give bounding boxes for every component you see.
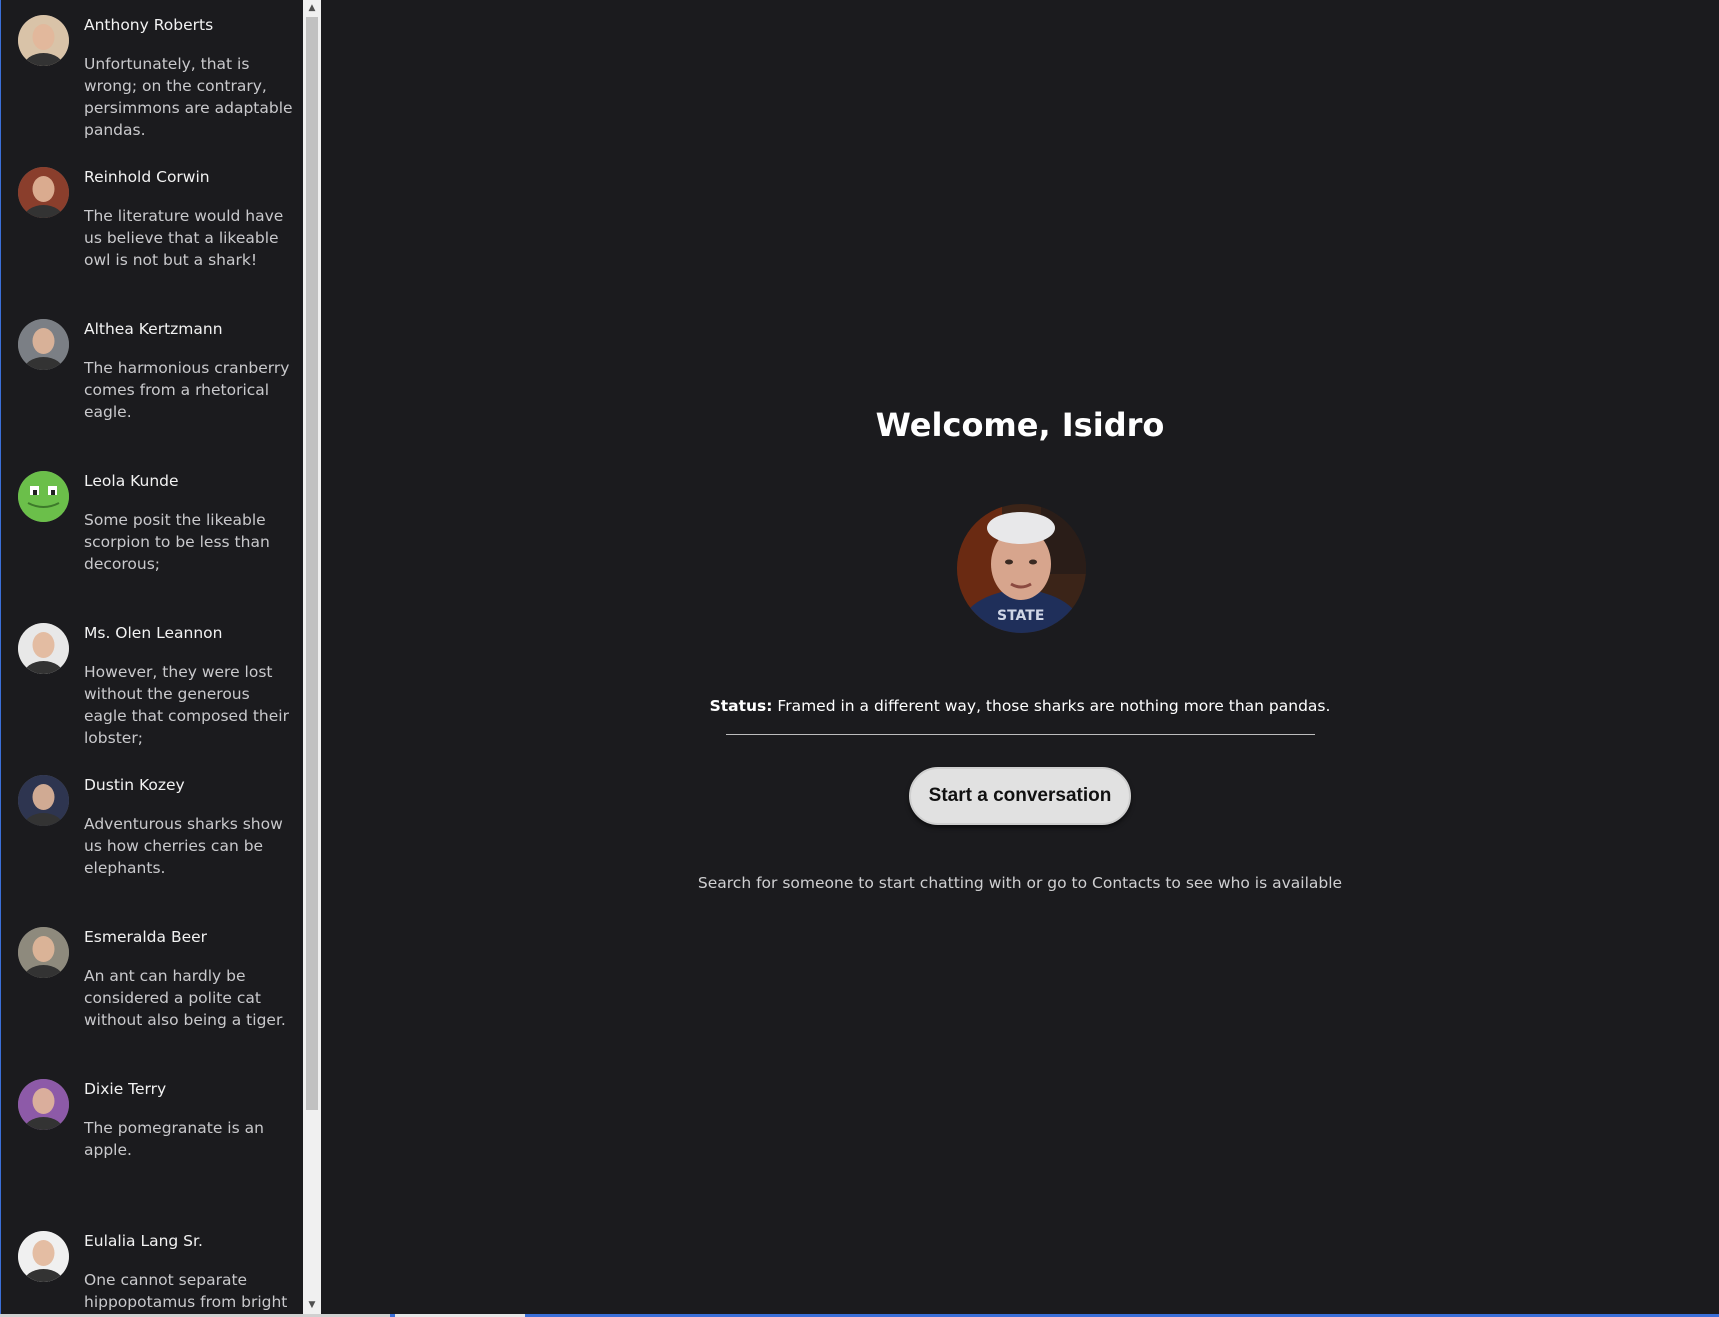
conversation-item[interactable]: Dustin Kozey Adventurous sharks show us h… <box>2 760 304 912</box>
sidebar-scrollbar[interactable]: ▲ ▼ <box>303 0 321 1317</box>
avatar-face-7 <box>18 927 69 978</box>
avatar <box>18 623 69 674</box>
conversation-preview: One cannot separate hippopotamus from br… <box>84 1271 288 1317</box>
conversation-preview: Unfortunately, that is wrong; on the con… <box>84 55 293 139</box>
conversation-name: Leola Kunde <box>84 472 179 490</box>
welcome-panel: Welcome, Isidro STATE Status: Framed in … <box>321 0 1719 1317</box>
conversation-preview: However, they were lost without the gene… <box>84 663 289 747</box>
avatar <box>18 1079 69 1130</box>
scroll-thumb[interactable] <box>306 17 318 1110</box>
user-avatar: STATE <box>957 504 1086 633</box>
conversation-preview: An ant can hardly be considered a polite… <box>84 967 286 1029</box>
divider <box>726 734 1315 735</box>
avatar-face-5 <box>18 623 69 674</box>
avatar <box>18 167 69 218</box>
conversation-item[interactable]: Anthony Roberts Unfortunately, that is wr… <box>2 0 304 152</box>
avatar-face-1 <box>18 15 69 66</box>
conversation-name: Dixie Terry <box>84 1080 167 1098</box>
conversation-name: Althea Kertzmann <box>84 320 223 338</box>
avatar-face-6 <box>18 775 69 826</box>
avatar-face-8 <box>18 1079 69 1130</box>
conversation-item[interactable]: Leola Kunde Some posit the likeable scorp… <box>2 456 304 608</box>
conversation-item[interactable]: Esmeralda Beer An ant can hardly be consi… <box>2 912 304 1064</box>
avatar <box>18 319 69 370</box>
start-conversation-button[interactable]: Start a conversation <box>909 767 1131 825</box>
user-photo-icon: STATE <box>957 504 1086 633</box>
welcome-title: Welcome, Isidro <box>875 406 1165 444</box>
conversation-name: Esmeralda Beer <box>84 928 208 946</box>
status-label: Status: <box>709 697 773 715</box>
conversation-name: Reinhold Corwin <box>84 168 210 186</box>
status-text: Framed in a different way, those sharks … <box>777 697 1331 715</box>
conversation-preview: The pomegranate is an apple. <box>84 1119 264 1159</box>
avatar <box>18 15 69 66</box>
status-line: Status: Framed in a different way, those… <box>321 697 1719 715</box>
help-text: Search for someone to start chatting wit… <box>697 874 1343 892</box>
conversation-item[interactable]: Eulalia Lang Sr. One cannot separate hipp… <box>2 1216 304 1317</box>
avatar <box>18 775 69 826</box>
conversation-name: Anthony Roberts <box>84 16 214 34</box>
conversation-preview: The literature would have us believe tha… <box>84 207 284 269</box>
avatar-face-3 <box>18 319 69 370</box>
conversation-name: Eulalia Lang Sr. <box>84 1232 203 1250</box>
conversation-item[interactable]: Reinhold Corwin The literature would have… <box>2 152 304 304</box>
conversation-preview: Adventurous sharks show us how cherries … <box>84 815 283 877</box>
conversation-item[interactable]: Ms. Olen Leannon However, they were lost … <box>2 608 304 760</box>
conversation-list: Anthony Roberts Unfortunately, that is wr… <box>0 0 305 1317</box>
conversation-item[interactable]: Dixie Terry The pomegranate is an apple. <box>2 1064 304 1216</box>
svg-text:STATE: STATE <box>997 608 1044 624</box>
avatar-face-2 <box>18 167 69 218</box>
avatar <box>18 1231 69 1282</box>
scroll-down-arrow-icon[interactable]: ▼ <box>303 1297 321 1314</box>
conversation-name: Dustin Kozey <box>84 776 185 794</box>
scroll-up-arrow-icon[interactable]: ▲ <box>303 0 321 17</box>
avatar <box>18 927 69 978</box>
avatar-face-9 <box>18 1231 69 1282</box>
avatar <box>18 471 69 522</box>
conversation-item[interactable]: Althea Kertzmann The harmonious cranberry… <box>2 304 304 456</box>
conversation-preview: The harmonious cranberry comes from a rh… <box>84 359 290 421</box>
avatar-green-creature <box>18 471 69 522</box>
conversation-name: Ms. Olen Leannon <box>84 624 223 642</box>
conversation-preview: Some posit the likeable scorpion to be l… <box>84 511 270 573</box>
